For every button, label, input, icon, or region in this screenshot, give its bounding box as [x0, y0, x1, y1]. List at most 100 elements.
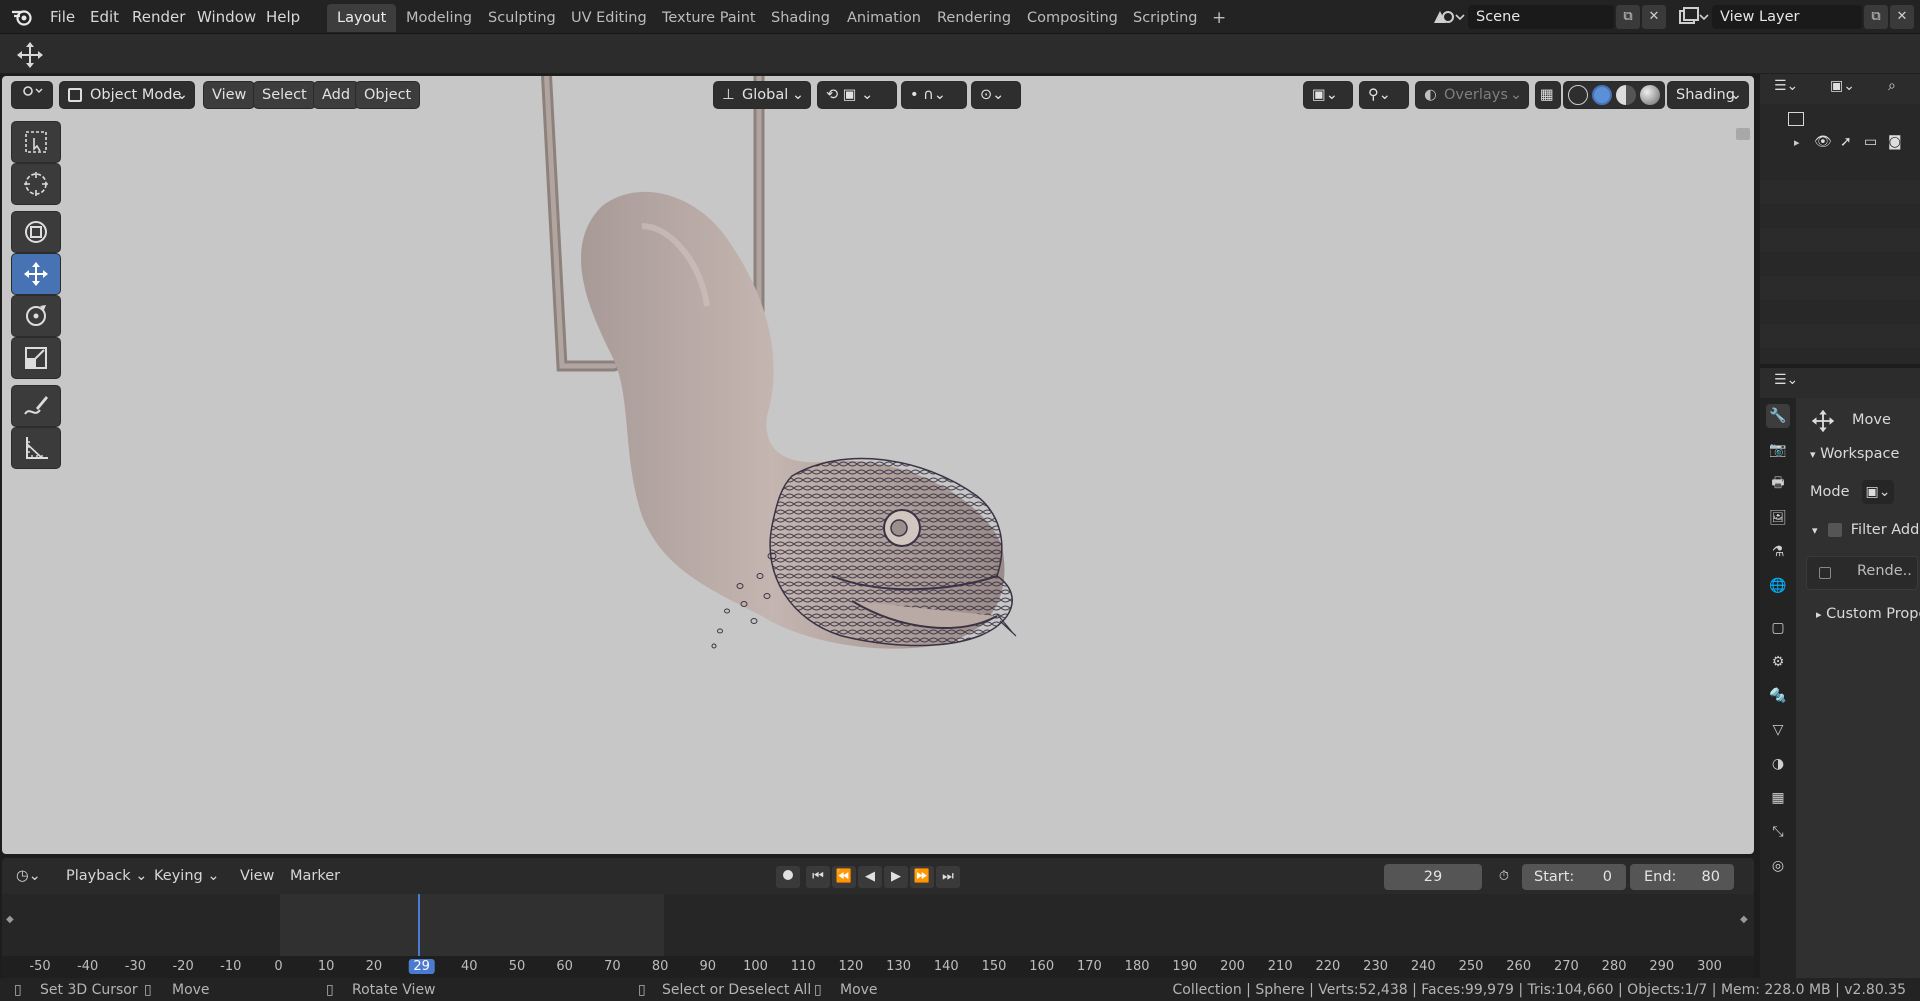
- timeline-menu-keying[interactable]: Keying ⌄: [148, 864, 225, 888]
- menu-render[interactable]: Render: [128, 6, 189, 28]
- frame-ruler[interactable]: -50 -40 -30 -20 -10 0 10 20 29 40 50 60 70 80 90 100 110…: [2, 956, 1754, 978]
- search-icon[interactable]: ⌕: [1888, 78, 1896, 94]
- pivot-point-dropdown[interactable]: ⟲ ▣ ⌄: [818, 82, 896, 108]
- collection-expand-icon[interactable]: ▸: [1794, 136, 1800, 149]
- jump-end-button[interactable]: ⏭: [936, 866, 960, 888]
- xray-toggle[interactable]: ▦: [1536, 82, 1560, 108]
- view-layer-selector-icon[interactable]: [1676, 5, 1710, 29]
- blender-logo-icon[interactable]: [10, 6, 34, 28]
- 3d-viewport[interactable]: Object Mode ⌄ View Select Add Object ⊥ G…: [0, 74, 1756, 856]
- move-tool-icon[interactable]: [14, 40, 46, 70]
- tab-layout[interactable]: Layout: [327, 4, 397, 32]
- wrench-tab-icon[interactable]: 🔩: [1766, 684, 1790, 708]
- gizmo-dropdown[interactable]: ⚲⌄: [1360, 82, 1408, 108]
- jump-keyframe-forward-button[interactable]: ⏩: [910, 866, 934, 888]
- data-tab-icon[interactable]: ▽: [1766, 718, 1790, 742]
- tab-compositing[interactable]: Compositing: [1017, 4, 1128, 32]
- close-view-layer-icon[interactable]: ✕: [1890, 5, 1914, 29]
- rendered-shading-icon[interactable]: [1640, 85, 1660, 105]
- render-addon-checkbox[interactable]: [1819, 567, 1831, 579]
- material-tab-icon[interactable]: ◑: [1766, 752, 1790, 776]
- timeline-editor-type-icon[interactable]: ◷⌄: [10, 864, 47, 888]
- output-tab-icon[interactable]: 🖶: [1766, 472, 1790, 496]
- jump-keyframe-back-button[interactable]: ⏪: [832, 866, 856, 888]
- solid-shading-icon[interactable]: [1592, 85, 1612, 105]
- scale-tool[interactable]: [12, 338, 60, 378]
- constraints-tab-icon[interactable]: ◎: [1766, 854, 1790, 878]
- modifiers-tab-icon[interactable]: ⚙: [1766, 650, 1790, 674]
- transform-tool[interactable]: [12, 212, 60, 252]
- scene-tab-icon[interactable]: ⚗: [1766, 540, 1790, 564]
- rotate-tool[interactable]: [12, 296, 60, 336]
- selectable-arrow-icon[interactable]: ➚: [1840, 134, 1852, 150]
- viewport-menu-select[interactable]: Select: [254, 82, 315, 108]
- mode-dropdown[interactable]: ▣⌄: [1862, 480, 1894, 504]
- timeline-menu-marker[interactable]: Marker: [284, 864, 346, 888]
- scene-name-field[interactable]: Scene: [1468, 5, 1614, 29]
- play-button[interactable]: ▶: [884, 866, 908, 888]
- material-shading-icon[interactable]: [1616, 85, 1636, 105]
- play-reverse-button[interactable]: ◀: [858, 866, 882, 888]
- proportional-edit-toggle[interactable]: ⊙⌄: [972, 82, 1020, 108]
- scene-collection-icon[interactable]: [1788, 112, 1804, 126]
- tool-tab-icon[interactable]: 🔧: [1766, 404, 1790, 428]
- record-button[interactable]: [776, 866, 800, 888]
- timeline-menu-view[interactable]: View: [234, 864, 280, 888]
- tab-sculpting[interactable]: Sculpting: [478, 4, 566, 32]
- menu-help[interactable]: Help: [262, 6, 304, 28]
- menu-edit[interactable]: Edit: [86, 6, 123, 28]
- tab-rendering[interactable]: Rendering: [927, 4, 1021, 32]
- outliner-editor-type-icon[interactable]: ☰⌄: [1774, 78, 1798, 94]
- visibility-eye-icon[interactable]: 👁: [1814, 134, 1832, 150]
- view-layer-field[interactable]: View Layer: [1712, 5, 1862, 29]
- render-addon-row[interactable]: Rende..: [1806, 556, 1918, 590]
- tab-scripting[interactable]: Scripting: [1123, 4, 1207, 32]
- current-frame-field[interactable]: 29: [1384, 864, 1482, 890]
- filter-addons-checkbox[interactable]: [1828, 523, 1843, 537]
- tab-animation[interactable]: Animation: [837, 4, 931, 32]
- viewport-disable-icon[interactable]: ▭: [1864, 134, 1877, 150]
- tab-shading[interactable]: Shading: [761, 4, 840, 32]
- shading-dropdown[interactable]: Shading ⌄: [1668, 82, 1748, 108]
- custom-properties-panel-header[interactable]: ▸ Custom Prope: [1816, 606, 1920, 622]
- timeline-editor[interactable]: ◷⌄ Playback ⌄ Keying ⌄ View Marker ⏮ ⏪ ◀…: [0, 856, 1756, 980]
- render-tab-icon[interactable]: 📷: [1766, 438, 1790, 462]
- outliner-panel[interactable]: ☰⌄ ▣⌄ ⌕ ▸ 👁 ➚ ▭ ◙: [1758, 74, 1920, 364]
- cursor-tool[interactable]: [12, 164, 60, 204]
- copy-scene-icon[interactable]: ⧉: [1616, 5, 1640, 29]
- sidebar-toggle-icon[interactable]: [1736, 128, 1750, 140]
- timeline-scroll-left-icon[interactable]: ◆: [6, 914, 14, 925]
- properties-editor-type-icon[interactable]: ☰⌄: [1774, 372, 1798, 388]
- timeline-menu-playback[interactable]: Playback ⌄: [60, 864, 153, 888]
- menu-window[interactable]: Window: [193, 6, 260, 28]
- measure-tool[interactable]: [12, 428, 60, 468]
- stopwatch-icon[interactable]: ⏱: [1492, 866, 1516, 888]
- jump-start-button[interactable]: ⏮: [806, 866, 830, 888]
- annotate-tool[interactable]: [12, 386, 60, 426]
- object-mode-dropdown[interactable]: Object Mode ⌄: [60, 82, 194, 108]
- transform-orientation-dropdown[interactable]: ⊥ Global ⌄: [714, 82, 810, 108]
- start-frame-field[interactable]: Start: 0: [1522, 864, 1626, 890]
- copy-view-layer-icon[interactable]: ⧉: [1864, 5, 1888, 29]
- display-mode-icon[interactable]: ▣⌄: [1830, 78, 1855, 94]
- editor-type-icon[interactable]: [12, 82, 52, 108]
- object-visibility-dropdown[interactable]: ▣⌄: [1304, 82, 1352, 108]
- tab-uv-editing[interactable]: UV Editing: [561, 4, 657, 32]
- menu-file[interactable]: File: [46, 6, 79, 28]
- timeline-scroll-right-icon[interactable]: ◆: [1740, 914, 1748, 925]
- workspace-panel-header[interactable]: ▾ Workspace: [1810, 446, 1899, 462]
- close-scene-icon[interactable]: ✕: [1642, 5, 1666, 29]
- tab-texture-paint[interactable]: Texture Paint: [652, 4, 766, 32]
- scene-selector-icon[interactable]: [1430, 5, 1466, 29]
- object-tab-icon[interactable]: ▢: [1766, 616, 1790, 640]
- select-box-tool[interactable]: [12, 122, 60, 162]
- viewport-menu-view[interactable]: View: [204, 82, 255, 108]
- move-tool[interactable]: [12, 254, 60, 294]
- render-camera-icon[interactable]: ◙: [1888, 134, 1902, 150]
- end-frame-field[interactable]: End: 80: [1630, 864, 1734, 890]
- wireframe-shading-icon[interactable]: [1568, 85, 1588, 105]
- tab-modeling[interactable]: Modeling: [396, 4, 482, 32]
- timeline-track-area[interactable]: [2, 894, 1754, 956]
- world-tab-icon[interactable]: 🌐: [1766, 574, 1790, 598]
- texture-tab-icon[interactable]: ▦: [1766, 786, 1790, 810]
